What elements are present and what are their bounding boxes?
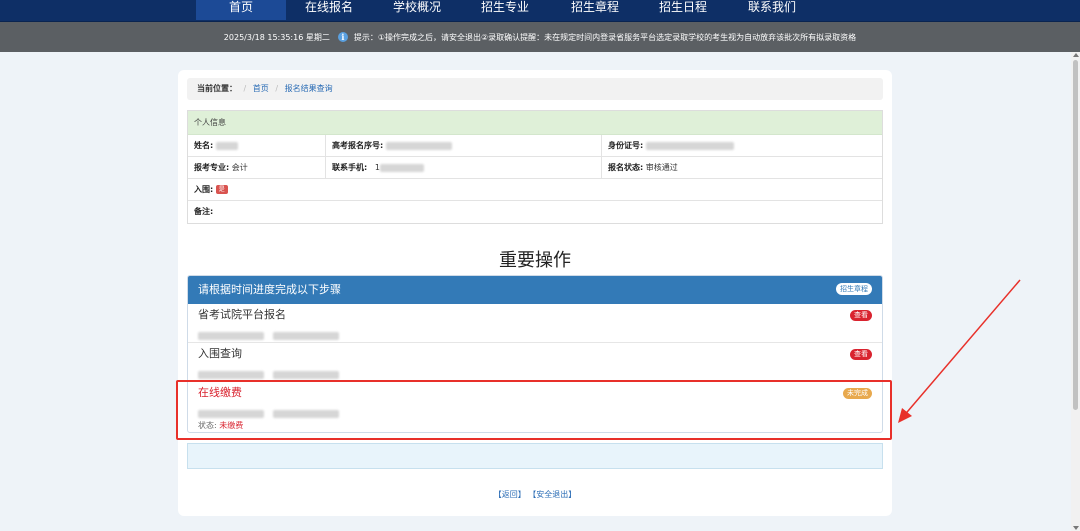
datetime-text: 2025/3/18 15:35:16 星期二 bbox=[223, 32, 330, 42]
phone-label: 联系手机: bbox=[332, 163, 368, 172]
step-title: 入围查询 bbox=[198, 347, 242, 360]
shortlist-tag: 是 bbox=[215, 185, 228, 194]
breadcrumb-label: 当前位置： bbox=[197, 84, 237, 93]
remark-label: 备注: bbox=[194, 207, 214, 216]
nav-charter[interactable]: 招生章程 bbox=[556, 0, 634, 20]
step-title: 省考试院平台报名 bbox=[198, 308, 286, 321]
phone-redacted bbox=[379, 163, 424, 172]
shortlist-label: 入围: bbox=[194, 185, 214, 194]
view-button[interactable]: 查看 bbox=[850, 349, 872, 360]
scroll-up-icon[interactable] bbox=[1073, 53, 1079, 57]
status-value: 审核通过 bbox=[645, 163, 678, 172]
status-label: 报名状态: bbox=[608, 163, 644, 172]
notice-text: 提示：①操作完成之后，请安全退出②录取确认提醒：未在规定时间内登录省服务平台选定… bbox=[353, 32, 857, 42]
info-box bbox=[187, 443, 883, 469]
step-subtext-redacted bbox=[198, 325, 340, 344]
info-row: 报考专业: 会计 联系手机: 1 报名状态: 审核通过 bbox=[188, 157, 882, 179]
nav-school-overview[interactable]: 学校概况 bbox=[378, 0, 456, 20]
id-redacted bbox=[645, 141, 734, 150]
top-nav: 首页 在线报名 学校概况 招生专业 招生章程 招生日程 联系我们 bbox=[0, 0, 1080, 22]
steps-heading-text: 请根据时间进度完成以下步骤 bbox=[198, 283, 341, 296]
back-link[interactable]: 【返回】 bbox=[494, 490, 526, 499]
view-button[interactable]: 查看 bbox=[850, 310, 872, 321]
info-row: 姓名: 高考报名序号: 身份证号: bbox=[188, 135, 882, 157]
exam-no-redacted bbox=[385, 141, 452, 150]
nav-contact[interactable]: 联系我们 bbox=[733, 0, 811, 20]
nav-schedule[interactable]: 招生日程 bbox=[644, 0, 722, 20]
id-label: 身份证号: bbox=[608, 141, 644, 150]
step-item: 省考试院平台报名 查看 bbox=[188, 304, 882, 343]
nav-home[interactable]: 首页 bbox=[196, 0, 286, 20]
major-label: 报考专业: bbox=[194, 163, 230, 172]
info-row: 备注: bbox=[188, 201, 882, 223]
breadcrumb-home-link[interactable]: 首页 bbox=[253, 84, 269, 93]
breadcrumb: 当前位置： / 首页 / 报名结果查询 bbox=[187, 78, 883, 100]
logout-link[interactable]: 【安全退出】 bbox=[528, 490, 576, 499]
breadcrumb-current[interactable]: 报名结果查询 bbox=[285, 84, 333, 93]
major-value: 会计 bbox=[231, 163, 248, 172]
scroll-thumb[interactable] bbox=[1073, 60, 1078, 410]
info-icon: i bbox=[337, 32, 348, 42]
personal-info-table: 个人信息 姓名: 高考报名序号: 身份证号: 报考专业: 会计 联系手机: 1 … bbox=[187, 110, 883, 224]
main-card: 当前位置： / 首页 / 报名结果查询 个人信息 姓名: 高考报名序号: 身份证… bbox=[178, 70, 892, 516]
name-label: 姓名: bbox=[194, 141, 214, 150]
annotation-highlight bbox=[176, 380, 892, 440]
footer-links: 【返回】 【安全退出】 bbox=[178, 489, 892, 500]
annotation-arrow-icon bbox=[898, 279, 1021, 423]
info-row: 入围: 是 bbox=[188, 179, 882, 201]
scroll-down-icon[interactable] bbox=[1073, 526, 1079, 530]
nav-majors[interactable]: 招生专业 bbox=[466, 0, 544, 20]
notice-bar: 2025/3/18 15:35:16 星期二 i 提示：①操作完成之后，请安全退… bbox=[0, 22, 1080, 52]
step-item: 入围查询 查看 bbox=[188, 343, 882, 382]
nav-online-register[interactable]: 在线报名 bbox=[290, 0, 368, 20]
personal-info-heading: 个人信息 bbox=[188, 111, 882, 135]
name-redacted bbox=[215, 141, 238, 150]
exam-no-label: 高考报名序号: bbox=[332, 141, 384, 150]
steps-heading: 请根据时间进度完成以下步骤 招生章程 bbox=[188, 276, 882, 304]
page-scrollbar[interactable] bbox=[1071, 52, 1080, 531]
charter-badge[interactable]: 招生章程 bbox=[836, 283, 872, 295]
section-title: 重要操作 bbox=[499, 250, 571, 271]
